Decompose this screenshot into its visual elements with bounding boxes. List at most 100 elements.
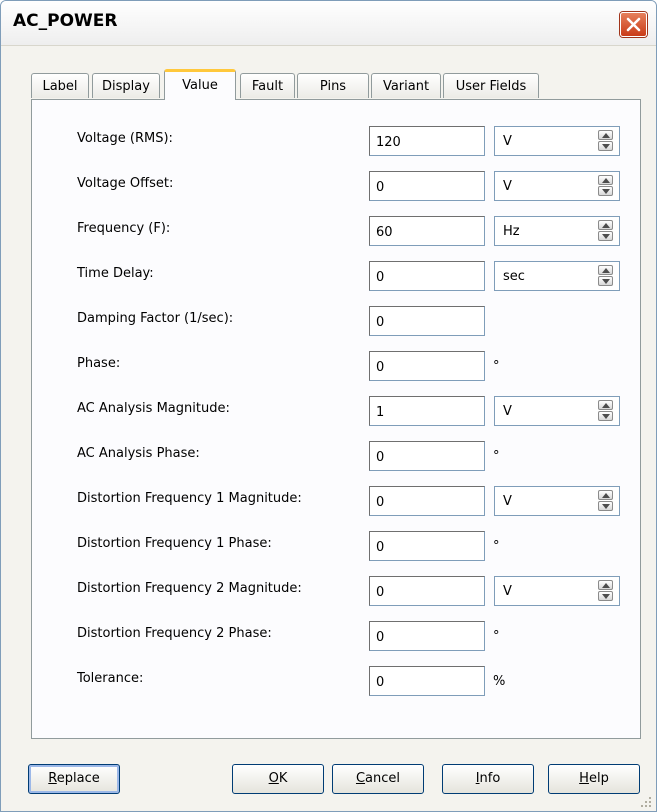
chevron-down-icon bbox=[602, 144, 610, 149]
chevron-down-icon bbox=[602, 279, 610, 284]
spinner-up-button[interactable] bbox=[598, 490, 613, 500]
tab-label[interactable]: Label bbox=[31, 73, 89, 98]
close-icon bbox=[626, 17, 641, 32]
param-value-text: 0 bbox=[376, 585, 385, 600]
spinner-up-button[interactable] bbox=[598, 130, 613, 140]
spinner-up-button[interactable] bbox=[598, 400, 613, 410]
param-value-text: 0 bbox=[376, 360, 385, 375]
unit-text: V bbox=[503, 179, 512, 194]
unit-selector[interactable]: sec bbox=[494, 261, 620, 291]
cancel-button[interactable]: Cancel bbox=[332, 764, 424, 794]
spinner-down-button[interactable] bbox=[598, 276, 613, 286]
unit-suffix: ° bbox=[493, 359, 500, 374]
unit-text: V bbox=[503, 584, 512, 599]
param-value-field[interactable]: 0 bbox=[369, 576, 485, 606]
window-title: AC_POWER bbox=[13, 11, 118, 31]
unit-spinner[interactable] bbox=[598, 220, 613, 242]
replace-button[interactable]: Replace bbox=[28, 764, 120, 794]
unit-spinner[interactable] bbox=[598, 175, 613, 197]
param-value-field[interactable]: 60 bbox=[369, 216, 485, 246]
param-value-text: 60 bbox=[376, 225, 393, 240]
param-value-text: 0 bbox=[376, 630, 385, 645]
param-value-text: 0 bbox=[376, 675, 385, 690]
spinner-up-button[interactable] bbox=[598, 220, 613, 230]
unit-spinner[interactable] bbox=[598, 130, 613, 152]
unit-spinner[interactable] bbox=[598, 580, 613, 602]
unit-text: V bbox=[503, 404, 512, 419]
help-label-rest: elp bbox=[588, 771, 609, 786]
unit-suffix: ° bbox=[493, 539, 500, 554]
unit-suffix: ° bbox=[493, 629, 500, 644]
param-value-text: 0 bbox=[376, 315, 385, 330]
chevron-up-icon bbox=[602, 178, 610, 183]
unit-spinner[interactable] bbox=[598, 400, 613, 422]
cancel-mnemonic: C bbox=[355, 771, 366, 786]
tab-value[interactable]: Value bbox=[164, 69, 236, 100]
spinner-down-button[interactable] bbox=[598, 411, 613, 421]
unit-selector[interactable]: Hz bbox=[494, 216, 620, 246]
title-bar[interactable]: AC_POWER bbox=[1, 1, 656, 46]
cancel-label-rest: ancel bbox=[365, 771, 401, 786]
unit-selector[interactable]: V bbox=[494, 486, 620, 516]
spinner-up-button[interactable] bbox=[598, 265, 613, 275]
param-label: Distortion Frequency 2 Magnitude: bbox=[77, 581, 302, 596]
param-value-field[interactable]: 0 bbox=[369, 486, 485, 516]
unit-selector[interactable]: V bbox=[494, 576, 620, 606]
unit-spinner[interactable] bbox=[598, 490, 613, 512]
chevron-down-icon bbox=[602, 504, 610, 509]
help-button[interactable]: Help bbox=[548, 764, 640, 794]
tab-pins[interactable]: Pins bbox=[297, 73, 369, 98]
chevron-down-icon bbox=[602, 414, 610, 419]
help-mnemonic: H bbox=[579, 771, 589, 786]
ok-button[interactable]: OK bbox=[232, 764, 324, 794]
param-label: Damping Factor (1/sec): bbox=[77, 311, 234, 326]
param-value-text: 0 bbox=[376, 540, 385, 555]
tab-user-fields[interactable]: User Fields bbox=[443, 73, 539, 98]
param-value-text: 0 bbox=[376, 450, 385, 465]
spinner-down-button[interactable] bbox=[598, 141, 613, 151]
unit-spinner[interactable] bbox=[598, 265, 613, 287]
resize-grip-icon[interactable] bbox=[639, 795, 653, 809]
tab-display[interactable]: Display bbox=[92, 73, 160, 98]
unit-suffix: % bbox=[493, 674, 506, 689]
param-value-field[interactable]: 0 bbox=[369, 351, 485, 381]
tab-fault[interactable]: Fault bbox=[240, 73, 295, 98]
unit-selector[interactable]: V bbox=[494, 396, 620, 426]
tab-variant[interactable]: Variant bbox=[371, 73, 441, 98]
chevron-down-icon bbox=[602, 594, 610, 599]
info-button[interactable]: Info bbox=[442, 764, 534, 794]
param-label: AC Analysis Magnitude: bbox=[77, 401, 230, 416]
param-value-field[interactable]: 1 bbox=[369, 396, 485, 426]
close-button[interactable] bbox=[620, 12, 647, 37]
spinner-down-button[interactable] bbox=[598, 231, 613, 241]
unit-text: Hz bbox=[503, 224, 520, 239]
spinner-up-button[interactable] bbox=[598, 175, 613, 185]
param-value-text: 1 bbox=[376, 405, 385, 420]
chevron-down-icon bbox=[602, 189, 610, 194]
param-value-field[interactable]: 0 bbox=[369, 441, 485, 471]
chevron-up-icon bbox=[602, 268, 610, 273]
param-value-field[interactable]: 0 bbox=[369, 261, 485, 291]
param-label: Distortion Frequency 1 Magnitude: bbox=[77, 491, 302, 506]
param-value-field[interactable]: 0 bbox=[369, 666, 485, 696]
param-label: Distortion Frequency 1 Phase: bbox=[77, 536, 272, 551]
param-label: Distortion Frequency 2 Phase: bbox=[77, 626, 272, 641]
spinner-up-button[interactable] bbox=[598, 580, 613, 590]
spinner-down-button[interactable] bbox=[598, 591, 613, 601]
chevron-up-icon bbox=[602, 133, 610, 138]
param-value-field[interactable]: 0 bbox=[369, 306, 485, 336]
param-value-field[interactable]: 0 bbox=[369, 621, 485, 651]
unit-text: sec bbox=[503, 269, 525, 284]
param-value-field[interactable]: 0 bbox=[369, 171, 485, 201]
param-value-field[interactable]: 0 bbox=[369, 531, 485, 561]
chevron-up-icon bbox=[602, 223, 610, 228]
unit-suffix: ° bbox=[493, 449, 500, 464]
unit-text: V bbox=[503, 494, 512, 509]
spinner-down-button[interactable] bbox=[598, 501, 613, 511]
param-label: Voltage Offset: bbox=[77, 176, 174, 191]
unit-selector[interactable]: V bbox=[494, 171, 620, 201]
spinner-down-button[interactable] bbox=[598, 186, 613, 196]
param-value-field[interactable]: 120 bbox=[369, 126, 485, 156]
param-label: Frequency (F): bbox=[77, 221, 171, 236]
unit-selector[interactable]: V bbox=[494, 126, 620, 156]
